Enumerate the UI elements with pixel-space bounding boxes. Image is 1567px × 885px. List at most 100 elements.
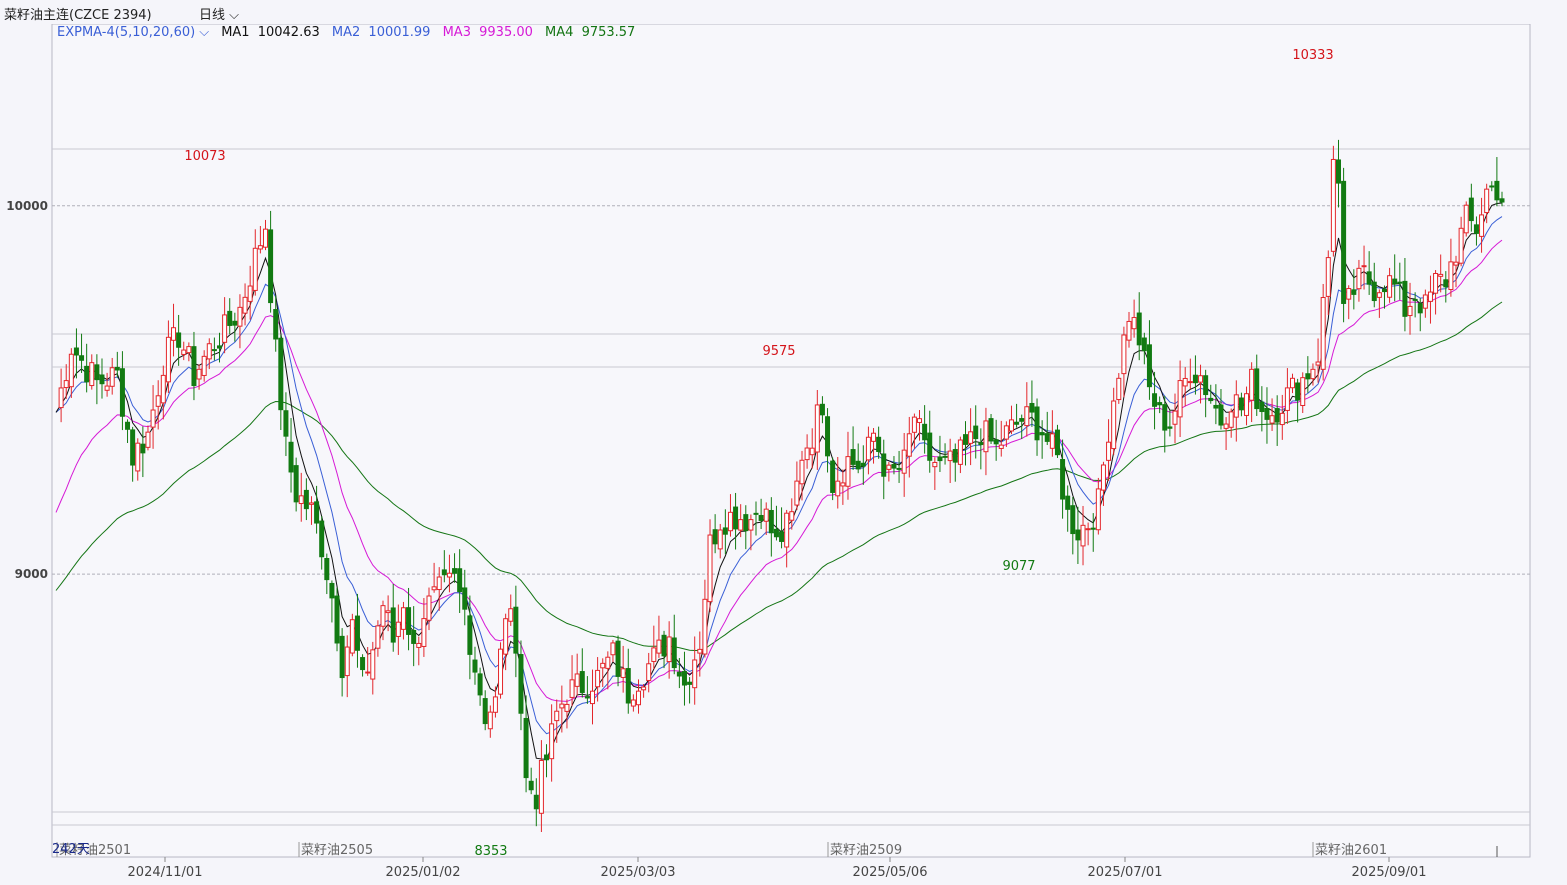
indicator-selector[interactable]: EXPMA-4(5,10,20,60) ⌵ [57, 25, 217, 40]
candle-body [743, 514, 749, 532]
candle-body [533, 794, 539, 810]
candle-body [262, 228, 268, 248]
legend-ma2-label: MA2 [331, 25, 361, 40]
candle-body [901, 449, 907, 474]
candle-body [549, 723, 555, 760]
candle-body [860, 462, 866, 467]
candle-body [1126, 320, 1132, 341]
legend-ma3-value: 9935.00 [479, 25, 533, 40]
candle-body [1044, 433, 1050, 442]
candle-body [186, 346, 192, 354]
candle-body [492, 696, 498, 713]
candle-body [1034, 406, 1040, 441]
legend-ma1-label: MA1 [221, 25, 250, 40]
candle-body [1218, 404, 1224, 426]
candle-body [119, 368, 125, 417]
candle-body [1468, 197, 1474, 222]
x-tick-label: 2025/09/01 [1352, 865, 1427, 880]
candle-body [268, 229, 274, 304]
candle-body [1228, 411, 1234, 428]
candle-body [211, 349, 217, 352]
candle-body [1167, 426, 1173, 429]
candle-body [595, 669, 601, 688]
candle-body [1264, 407, 1270, 420]
candle-body [411, 629, 417, 644]
candle [1330, 145, 1336, 257]
candle-body [452, 568, 458, 574]
candle-body [1039, 432, 1045, 436]
candle-body [635, 690, 641, 706]
candle-body [1479, 214, 1485, 237]
candle-body [84, 365, 90, 383]
period-selector[interactable]: 日线 ⌵ [199, 4, 239, 23]
candle-body [278, 337, 284, 411]
candle-body [155, 395, 161, 407]
candle-body [993, 439, 999, 445]
candlestick-chart: 9000100001007395751033383539077菜籽油2501 菜籽… [0, 0, 1567, 885]
candle-body [651, 647, 657, 662]
candle-body [457, 568, 463, 593]
candle-body [1489, 185, 1495, 188]
candle-body [232, 320, 238, 326]
candle-body [1259, 401, 1265, 413]
candle-body [237, 306, 243, 327]
candle-body [1003, 425, 1009, 440]
candle-body [1100, 464, 1106, 491]
candle-body [1274, 408, 1280, 423]
candle-body [917, 418, 923, 423]
candle-body [498, 648, 504, 695]
candle-body [1341, 180, 1347, 304]
legend-ma4: MA4 9753.57 [545, 25, 639, 40]
candle-body [671, 637, 677, 669]
candle-body [538, 759, 544, 814]
candle-body [109, 367, 115, 387]
candle-body [354, 615, 360, 651]
candle-body [825, 416, 831, 457]
candle-body [835, 480, 841, 497]
candle-body [1065, 495, 1071, 510]
candle-body [426, 595, 432, 621]
candle [1320, 283, 1326, 381]
candle-body [1254, 368, 1260, 410]
candle-body [201, 355, 207, 376]
candle-body [114, 366, 120, 371]
candle-body [1427, 291, 1433, 302]
candle-body [1458, 227, 1464, 264]
candle-body [1162, 404, 1168, 431]
candle-body [988, 418, 994, 442]
candle-body [804, 447, 810, 461]
candle-body [1484, 188, 1490, 214]
candle-body [523, 717, 529, 779]
candle-body [298, 495, 304, 505]
indicator-legend: EXPMA-4(5,10,20,60) ⌵ MA1 10042.63 MA2 10… [57, 25, 643, 40]
candle-body [891, 464, 897, 469]
candle [349, 613, 355, 657]
candle-body [140, 443, 146, 454]
legend-ma2-value: 10001.99 [368, 25, 431, 40]
candle-body [252, 247, 258, 291]
candle-body [697, 648, 703, 654]
candle-body [1187, 381, 1193, 384]
candle-body [1213, 404, 1219, 409]
candle-body [171, 327, 177, 341]
candle-body [840, 482, 846, 487]
candle-body [472, 659, 478, 673]
contract-label: 菜籽油2505 [301, 843, 373, 858]
candle-body [947, 450, 953, 462]
candle-body [79, 355, 85, 361]
candle-body [99, 374, 105, 385]
candle-body [1024, 406, 1030, 427]
candle-body [896, 467, 902, 470]
candle-body [68, 353, 74, 388]
candle-body [559, 703, 565, 709]
candle-body [1029, 402, 1035, 413]
candle-body [1325, 257, 1331, 297]
candle-body [1381, 288, 1387, 293]
candle [1341, 167, 1347, 323]
candle-body [329, 582, 335, 599]
candle-body [702, 598, 708, 655]
candle-body [1305, 373, 1311, 380]
candle-body [789, 511, 795, 521]
candle-body [467, 615, 473, 655]
candle-body [487, 711, 493, 730]
